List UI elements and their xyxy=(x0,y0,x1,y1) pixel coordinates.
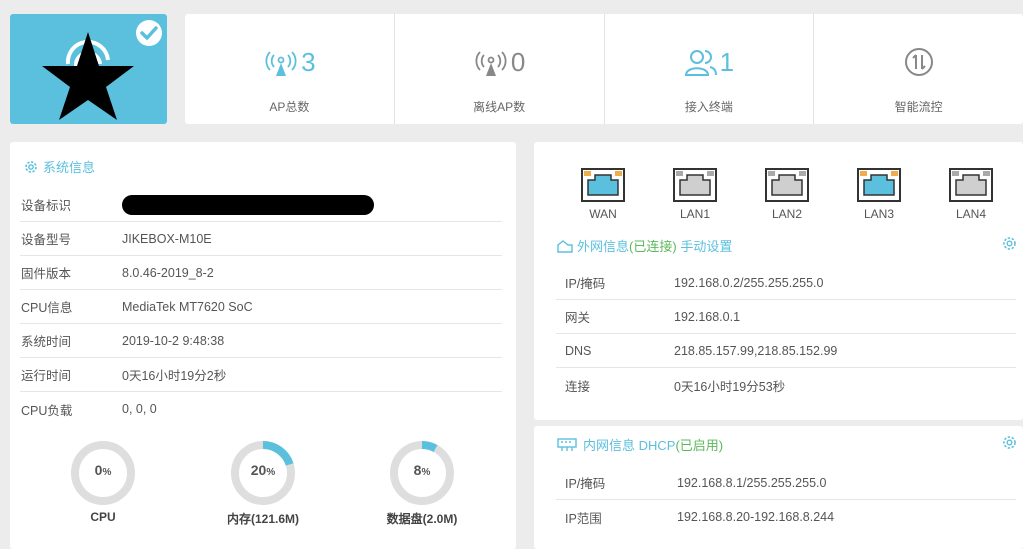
ethernet-port-icon xyxy=(765,168,809,202)
lan-row-value: 192.168.8.20-192.168.8.244 xyxy=(677,510,835,524)
stat-ap-total[interactable]: 3 AP总数 xyxy=(185,14,395,124)
gauge-label: 内存(121.6M) xyxy=(226,512,300,526)
wan-row-connection: 连接 0天16小时19分53秒 xyxy=(556,368,1016,402)
wan-row-key: DNS xyxy=(565,343,592,358)
wan-row-ip: IP/掩码 192.168.0.2/255.255.255.0 xyxy=(556,266,1016,300)
stat-ap-offline[interactable]: 0 离线AP数 xyxy=(395,14,605,124)
wan-row-value: 192.168.0.2/255.255.255.0 xyxy=(674,275,824,290)
stat-traffic-control-label: 智能流控 xyxy=(894,100,943,114)
check-badge-icon xyxy=(136,20,162,46)
sys-row-system-time: 系统时间 2019-10-2 9:48:38 xyxy=(20,324,502,358)
device-id-redacted xyxy=(122,194,374,215)
wan-row-gateway: 网关 192.168.0.1 xyxy=(556,300,1016,334)
wan-mode-link[interactable]: 手动设置 xyxy=(680,236,732,255)
gauge-percent: 0% xyxy=(94,462,112,478)
stats-bar: 3 AP总数 0 离线AP数 1 接入终端 智能流控 xyxy=(185,14,1023,124)
sys-row-key: 固件版本 xyxy=(21,267,72,281)
sys-row-value: 8.0.46-2019_8-2 xyxy=(122,265,214,280)
port-lan1[interactable]: LAN1 xyxy=(665,168,725,221)
sys-row-value: 0, 0, 0 xyxy=(122,402,157,416)
lan-status: (已启用) xyxy=(675,438,724,453)
system-info-header: 系统信息 xyxy=(24,157,95,176)
wan-row-value: 192.168.0.1 xyxy=(674,309,741,324)
port-label: LAN3 xyxy=(863,207,895,221)
port-lan2[interactable]: LAN2 xyxy=(757,168,817,221)
ethernet-port-icon xyxy=(949,168,993,202)
gauge-percent: 20% xyxy=(250,462,276,478)
sys-row-key: 运行时间 xyxy=(21,369,72,383)
ethernet-port-icon xyxy=(857,168,901,202)
wan-row-value: 218.85.157.99,218.85.152.99 xyxy=(674,343,838,358)
lan-row-value: 192.168.8.1/255.255.255.0 xyxy=(677,475,827,490)
ap-signal-icon xyxy=(265,51,297,76)
gear-icon xyxy=(25,160,37,173)
lan-info-title: 内网信息 DHCP xyxy=(583,438,676,453)
sys-row-device-id: 设备标识 xyxy=(20,188,502,222)
lan-row-key: IP/掩码 xyxy=(565,477,606,491)
sys-row-value: JIKEBOX-M10E xyxy=(122,231,212,246)
port-label: LAN4 xyxy=(955,207,987,221)
sys-row-key: 设备标识 xyxy=(21,199,72,213)
stat-clients-label: 接入终端 xyxy=(684,100,733,114)
wan-info-title: 外网信息 xyxy=(577,239,630,254)
stat-traffic-control[interactable]: 智能流控 xyxy=(814,14,1023,124)
sys-row-key: CPU负载 xyxy=(21,403,73,418)
sys-row-uptime: 运行时间 0天16小时19分2秒 xyxy=(20,358,502,392)
sys-row-key: 系统时间 xyxy=(21,335,72,349)
port-label: WAN xyxy=(589,207,617,221)
device-logo-tile xyxy=(10,14,167,124)
wan-info-header: 外网信息 (已连接) 手动设置 xyxy=(557,236,732,255)
port-label: LAN1 xyxy=(679,207,711,221)
gauge-memory: 20% 内存(121.6M) xyxy=(218,440,308,527)
wan-settings-gear-icon[interactable] xyxy=(1002,236,1017,251)
gauge-percent: 8% xyxy=(413,462,431,478)
lan-row-key: IP范围 xyxy=(565,511,602,526)
users-icon xyxy=(684,50,717,76)
sys-row-value: 2019-10-2 9:48:38 xyxy=(122,333,225,348)
ethernet-port-icon xyxy=(673,168,717,202)
stat-clients[interactable]: 1 接入终端 xyxy=(605,14,815,124)
wan-row-dns: DNS 218.85.157.99,218.85.152.99 xyxy=(556,334,1016,368)
lan-switch-icon xyxy=(557,437,577,451)
wan-row-key: 连接 xyxy=(565,379,591,394)
sys-row-cpu-info: CPU信息 MediaTek MT7620 SoC xyxy=(20,290,502,324)
ap-offline-icon xyxy=(475,51,507,76)
stat-clients-value: 1 xyxy=(719,47,735,77)
lan-info-header: 内网信息 DHCP (已启用) xyxy=(557,435,723,454)
wan-status: (已连接) xyxy=(629,239,677,254)
lan-row-range: IP范围 192.168.8.20-192.168.8.244 xyxy=(556,500,1016,534)
stat-ap-total-value: 3 xyxy=(301,47,316,77)
port-label: LAN2 xyxy=(771,207,803,221)
ethernet-port-icon xyxy=(581,168,625,202)
lan-settings-gear-icon[interactable] xyxy=(1002,435,1017,450)
wan-row-value: 0天16小时19分53秒 xyxy=(674,379,786,394)
traffic-control-icon xyxy=(904,48,933,76)
stat-ap-offline-value: 0 xyxy=(510,47,526,77)
gauge-disk: 8% 数据盘(2.0M) xyxy=(377,440,467,527)
gauge-label: CPU xyxy=(90,510,116,524)
sys-row-value: MediaTek MT7620 SoC xyxy=(122,299,253,314)
stat-ap-total-label: AP总数 xyxy=(269,100,310,114)
stat-ap-offline-label: 离线AP数 xyxy=(473,100,526,114)
sys-row-value: 0天16小时19分2秒 xyxy=(122,369,227,383)
system-info-title: 系统信息 xyxy=(43,160,96,175)
port-lan4[interactable]: LAN4 xyxy=(941,168,1001,221)
port-wan[interactable]: WAN xyxy=(573,168,633,221)
wan-row-key: IP/掩码 xyxy=(565,277,606,291)
home-network-icon xyxy=(557,239,573,253)
gauge-cpu: 0% CPU xyxy=(58,440,148,524)
wan-row-key: 网关 xyxy=(565,311,591,325)
port-lan3[interactable]: LAN3 xyxy=(849,168,909,221)
lan-row-ip: IP/掩码 192.168.8.1/255.255.255.0 xyxy=(556,466,1016,500)
gauge-label: 数据盘(2.0M) xyxy=(386,512,458,526)
sys-row-model: 设备型号 JIKEBOX-M10E xyxy=(20,222,502,256)
sys-row-firmware: 固件版本 8.0.46-2019_8-2 xyxy=(20,256,502,290)
sys-row-key: 设备型号 xyxy=(21,233,72,247)
sys-row-cpu-load: CPU负载 0, 0, 0 xyxy=(20,392,502,426)
sys-row-key: CPU信息 xyxy=(21,301,73,315)
